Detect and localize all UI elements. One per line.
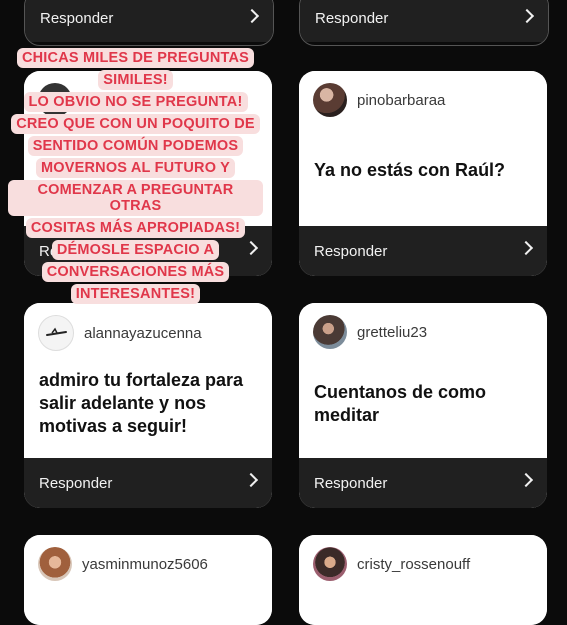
question-card: alannayazucenna admiro tu fortaleza para… bbox=[24, 303, 272, 508]
reply-button[interactable]: Responder bbox=[299, 226, 547, 276]
overlay-line: CREO QUE CON UN POQUITO DE bbox=[11, 114, 260, 134]
overlay-line: LO OBVIO NO SE PREGUNTA! bbox=[23, 92, 248, 112]
card-body: yasminmunoz5606 bbox=[24, 535, 272, 625]
card-user: pinobarbaraa bbox=[313, 83, 445, 117]
chevron-right-icon bbox=[518, 240, 534, 256]
card-user: gretteliu23 bbox=[313, 315, 427, 349]
avatar bbox=[38, 547, 72, 581]
question-text: admiro tu fortaleza para salir adelante … bbox=[39, 370, 244, 436]
chevron-right-icon bbox=[518, 472, 534, 488]
reply-button[interactable]: Responder bbox=[299, 458, 547, 508]
overlay-line: SENTIDO COMÚN PODEMOS bbox=[27, 136, 244, 156]
question-text: Cuentanos de como meditar bbox=[314, 382, 487, 425]
question-card: Responder bbox=[299, 0, 549, 46]
overlay-line: MOVERNOS AL FUTURO Y bbox=[35, 158, 236, 178]
overlay-line: COSITAS MÁS APROPIADAS! bbox=[25, 218, 246, 238]
reply-label: Responder bbox=[315, 9, 389, 27]
reply-label: Responder bbox=[314, 242, 388, 260]
username: cristy_rossenouff bbox=[357, 555, 471, 573]
avatar-logo-icon bbox=[46, 327, 67, 336]
chevron-right-icon bbox=[519, 8, 535, 24]
reply-button[interactable]: Responder bbox=[25, 0, 273, 42]
reply-label: Responder bbox=[314, 474, 388, 492]
chevron-right-icon bbox=[244, 8, 260, 24]
card-body: alannayazucenna admiro tu fortaleza para… bbox=[24, 303, 272, 458]
card-user: alannayazucenna bbox=[38, 315, 202, 351]
avatar bbox=[313, 315, 347, 349]
story-text-overlay: CHICAS MILES DE PREGUNTAS SIMILES! LO OB… bbox=[8, 47, 263, 305]
overlay-line: CHICAS MILES DE PREGUNTAS bbox=[16, 48, 255, 68]
overlay-line: INTERESANTES! bbox=[70, 284, 201, 304]
question-card: Responder bbox=[24, 0, 274, 46]
card-user: cristy_rossenouff bbox=[313, 547, 470, 581]
question-card: cristy_rossenouff bbox=[299, 535, 547, 625]
reply-button[interactable]: Responder bbox=[24, 458, 272, 508]
username: alannayazucenna bbox=[84, 324, 202, 342]
username: pinobarbaraa bbox=[357, 91, 446, 109]
reply-label: Responder bbox=[39, 474, 113, 492]
question-card: pinobarbaraa Ya no estás con Raúl? Respo… bbox=[299, 71, 547, 276]
question-card: yasminmunoz5606 bbox=[24, 535, 272, 625]
username: yasminmunoz5606 bbox=[82, 555, 208, 573]
overlay-line: DÉMOSLE ESPACIO A bbox=[51, 240, 220, 260]
overlay-line: CONVERSACIONES MÁS bbox=[41, 262, 230, 282]
question-card: gretteliu23 Cuentanos de como meditar Re… bbox=[299, 303, 547, 508]
chevron-right-icon bbox=[243, 472, 259, 488]
avatar bbox=[38, 315, 74, 351]
reply-label: Responder bbox=[40, 9, 114, 27]
card-user: yasminmunoz5606 bbox=[38, 547, 208, 581]
overlay-line: COMENZAR A PREGUNTAR OTRAS bbox=[8, 180, 263, 216]
avatar bbox=[313, 547, 347, 581]
reply-button[interactable]: Responder bbox=[300, 0, 548, 42]
question-text: Ya no estás con Raúl? bbox=[314, 160, 506, 180]
overlay-line: SIMILES! bbox=[98, 70, 173, 90]
username: gretteliu23 bbox=[357, 323, 428, 341]
avatar bbox=[313, 83, 347, 117]
card-body: gretteliu23 Cuentanos de como meditar bbox=[299, 303, 547, 458]
card-body: cristy_rossenouff bbox=[299, 535, 547, 625]
card-body: pinobarbaraa Ya no estás con Raúl? bbox=[299, 71, 547, 226]
